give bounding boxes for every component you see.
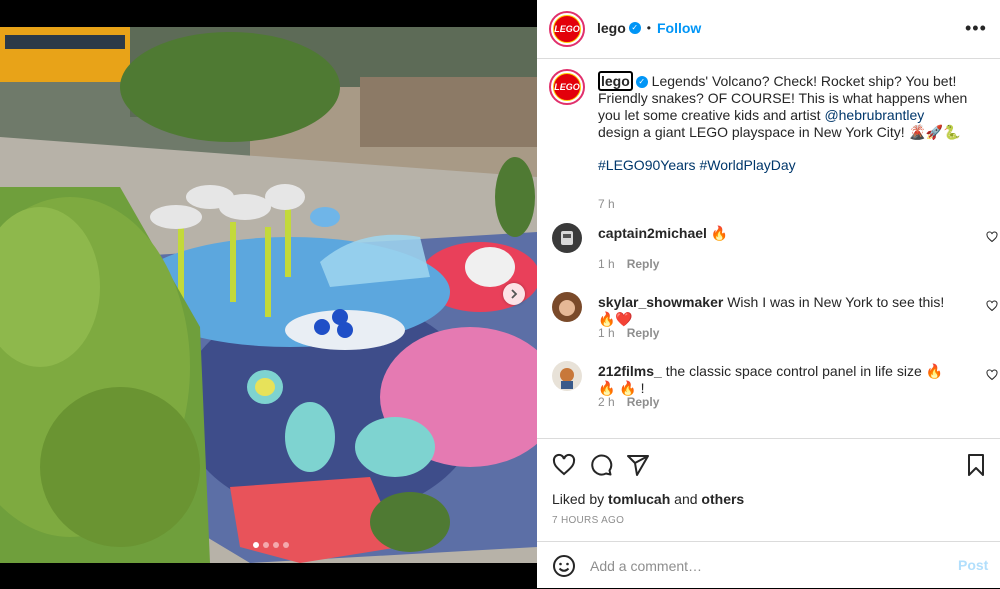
like-heart-icon[interactable] xyxy=(552,453,576,477)
author-username[interactable]: lego xyxy=(597,20,626,36)
mention-link[interactable]: @hebrubrantley xyxy=(824,107,924,123)
like-comment-heart-icon[interactable] xyxy=(986,300,998,312)
chevron-right-icon xyxy=(511,289,518,299)
add-comment-bar: Post xyxy=(537,541,1000,589)
post-comment-button[interactable]: Post xyxy=(958,557,988,573)
comment-item: skylar_showmaker Wish I was in New York … xyxy=(549,292,998,352)
emoji-smiley-icon[interactable] xyxy=(552,554,576,578)
like-comment-heart-icon[interactable] xyxy=(986,369,998,381)
caption-time[interactable]: 7 h xyxy=(598,197,615,211)
comment-username[interactable]: skylar_showmaker xyxy=(598,294,723,310)
likes-summary: Liked by tomlucah and others xyxy=(552,491,744,507)
hashtag-link[interactable]: #LEGO90Years xyxy=(598,157,696,173)
likes-prefix: Liked by xyxy=(552,491,609,507)
comments-section[interactable]: LEGO lego ✓ Legends' Volcano? Check! Rock… xyxy=(537,59,1000,438)
hashtag-link[interactable]: #WorldPlayDay xyxy=(699,157,795,173)
comment-input[interactable] xyxy=(588,554,932,578)
comment-text-block: skylar_showmaker Wish I was in New York … xyxy=(598,294,953,328)
caption-body-2: design a giant LEGO playspace in New Yor… xyxy=(598,124,961,140)
post-details-panel: LEGO lego ✓ • Follow ••• LEGO lego ✓ Lege… xyxy=(537,0,1000,588)
caption-avatar[interactable]: LEGO xyxy=(549,69,585,105)
carousel-dot xyxy=(263,542,269,548)
carousel-dot xyxy=(283,542,289,548)
author-block: lego ✓ • Follow xyxy=(597,20,701,36)
commenter-avatar[interactable] xyxy=(552,292,582,322)
share-send-icon[interactable] xyxy=(626,453,650,477)
separator-bullet: • xyxy=(646,21,651,35)
comment-bubble-icon[interactable] xyxy=(589,453,613,477)
verified-badge-icon: ✓ xyxy=(628,22,641,34)
liked-by-others[interactable]: others xyxy=(701,491,744,507)
post-media xyxy=(0,0,537,588)
liked-by-user[interactable]: tomlucah xyxy=(608,491,670,507)
lego-logo: LEGO xyxy=(553,73,581,101)
comment-username[interactable]: captain2michael xyxy=(598,225,707,241)
comment-text-block: captain2michael 🔥 xyxy=(598,225,953,242)
verified-badge-icon: ✓ xyxy=(635,76,648,89)
reply-button[interactable]: Reply xyxy=(627,257,660,271)
comment-meta: 2 h Reply xyxy=(598,395,659,409)
comment-time[interactable]: 2 h xyxy=(598,395,615,409)
comment-text-block: 212films_ the classic space control pane… xyxy=(598,363,953,397)
comment-username[interactable]: 212films_ xyxy=(598,363,662,379)
reply-button[interactable]: Reply xyxy=(627,326,660,340)
hashtags: #LEGO90Years #WorldPlayDay xyxy=(598,157,968,174)
post-timestamp[interactable]: 7 HOURS AGO xyxy=(552,515,624,526)
comment-time[interactable]: 1 h xyxy=(598,326,615,340)
like-comment-heart-icon[interactable] xyxy=(986,231,998,243)
more-options-icon[interactable]: ••• xyxy=(965,18,987,39)
post-header: LEGO lego ✓ • Follow ••• xyxy=(537,0,1000,59)
reply-button[interactable]: Reply xyxy=(627,395,660,409)
carousel-dot xyxy=(273,542,279,548)
commenter-avatar[interactable] xyxy=(552,223,582,253)
comment-meta: 1 h Reply xyxy=(598,326,659,340)
next-image-button[interactable] xyxy=(503,283,525,305)
carousel-dot xyxy=(253,542,259,548)
comment-item: captain2michael 🔥 1 h Reply xyxy=(549,223,998,283)
comment-text: 🔥 xyxy=(710,225,729,241)
lego-logo: LEGO xyxy=(553,15,581,43)
follow-button[interactable]: Follow xyxy=(657,20,701,36)
commenter-avatar[interactable] xyxy=(552,361,582,391)
post-photo xyxy=(0,27,537,563)
comment-item: 212films_ the classic space control pane… xyxy=(549,361,998,421)
lego-avatar[interactable]: LEGO xyxy=(549,11,585,47)
save-bookmark-icon[interactable] xyxy=(964,453,988,477)
carousel-indicator xyxy=(253,542,289,548)
comment-meta: 1 h Reply xyxy=(598,257,659,271)
caption-username[interactable]: lego xyxy=(598,71,633,91)
post-actions: Liked by tomlucah and others 7 HOURS AGO xyxy=(537,438,1000,541)
caption-text: lego ✓ Legends' Volcano? Check! Rocket sh… xyxy=(598,71,968,174)
comment-time[interactable]: 1 h xyxy=(598,257,615,271)
likes-middle: and xyxy=(670,491,702,507)
